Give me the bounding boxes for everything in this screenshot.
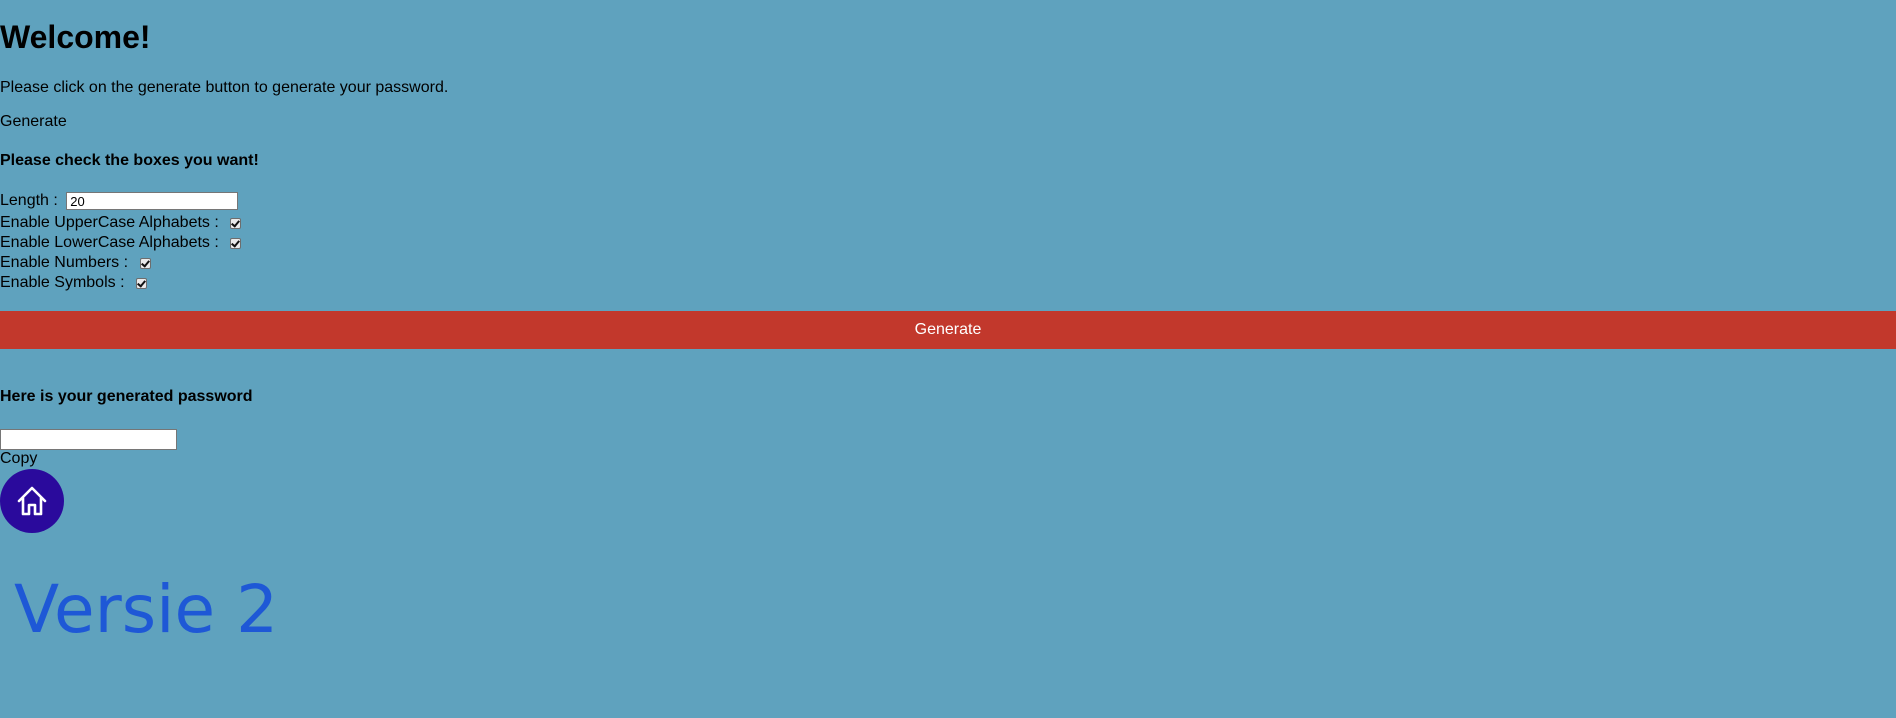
lowercase-checkbox[interactable] bbox=[230, 237, 242, 249]
result-heading: Here is your generated password bbox=[0, 388, 253, 405]
generate-link[interactable]: Generate bbox=[0, 112, 67, 132]
symbols-checkbox[interactable] bbox=[135, 277, 147, 289]
numbers-checkbox[interactable] bbox=[139, 257, 151, 269]
password-output[interactable] bbox=[0, 429, 177, 450]
numbers-row: Enable Numbers : bbox=[0, 253, 151, 273]
page: Welcome! Please click on the generate bu… bbox=[0, 0, 1896, 718]
length-input[interactable] bbox=[66, 192, 239, 210]
generate-button[interactable]: Generate bbox=[0, 311, 1896, 349]
home-icon bbox=[17, 486, 47, 516]
length-row: Length : bbox=[0, 191, 239, 211]
page-title: Welcome! bbox=[0, 19, 151, 55]
version-label: Versie 2 bbox=[14, 571, 279, 648]
home-button[interactable] bbox=[0, 469, 64, 533]
symbols-label: Enable Symbols : bbox=[0, 274, 129, 291]
length-label: Length : bbox=[0, 192, 63, 209]
lowercase-row: Enable LowerCase Alphabets : bbox=[0, 233, 242, 253]
numbers-label: Enable Numbers : bbox=[0, 254, 133, 271]
uppercase-label: Enable UpperCase Alphabets : bbox=[0, 214, 224, 231]
uppercase-row: Enable UpperCase Alphabets : bbox=[0, 213, 242, 233]
uppercase-checkbox[interactable] bbox=[230, 217, 242, 229]
copy-button[interactable]: Copy bbox=[0, 449, 37, 469]
intro-text: Please click on the generate button to g… bbox=[0, 79, 449, 96]
symbols-row: Enable Symbols : bbox=[0, 273, 147, 293]
options-heading: Please check the boxes you want! bbox=[0, 152, 259, 169]
lowercase-label: Enable LowerCase Alphabets : bbox=[0, 234, 224, 251]
